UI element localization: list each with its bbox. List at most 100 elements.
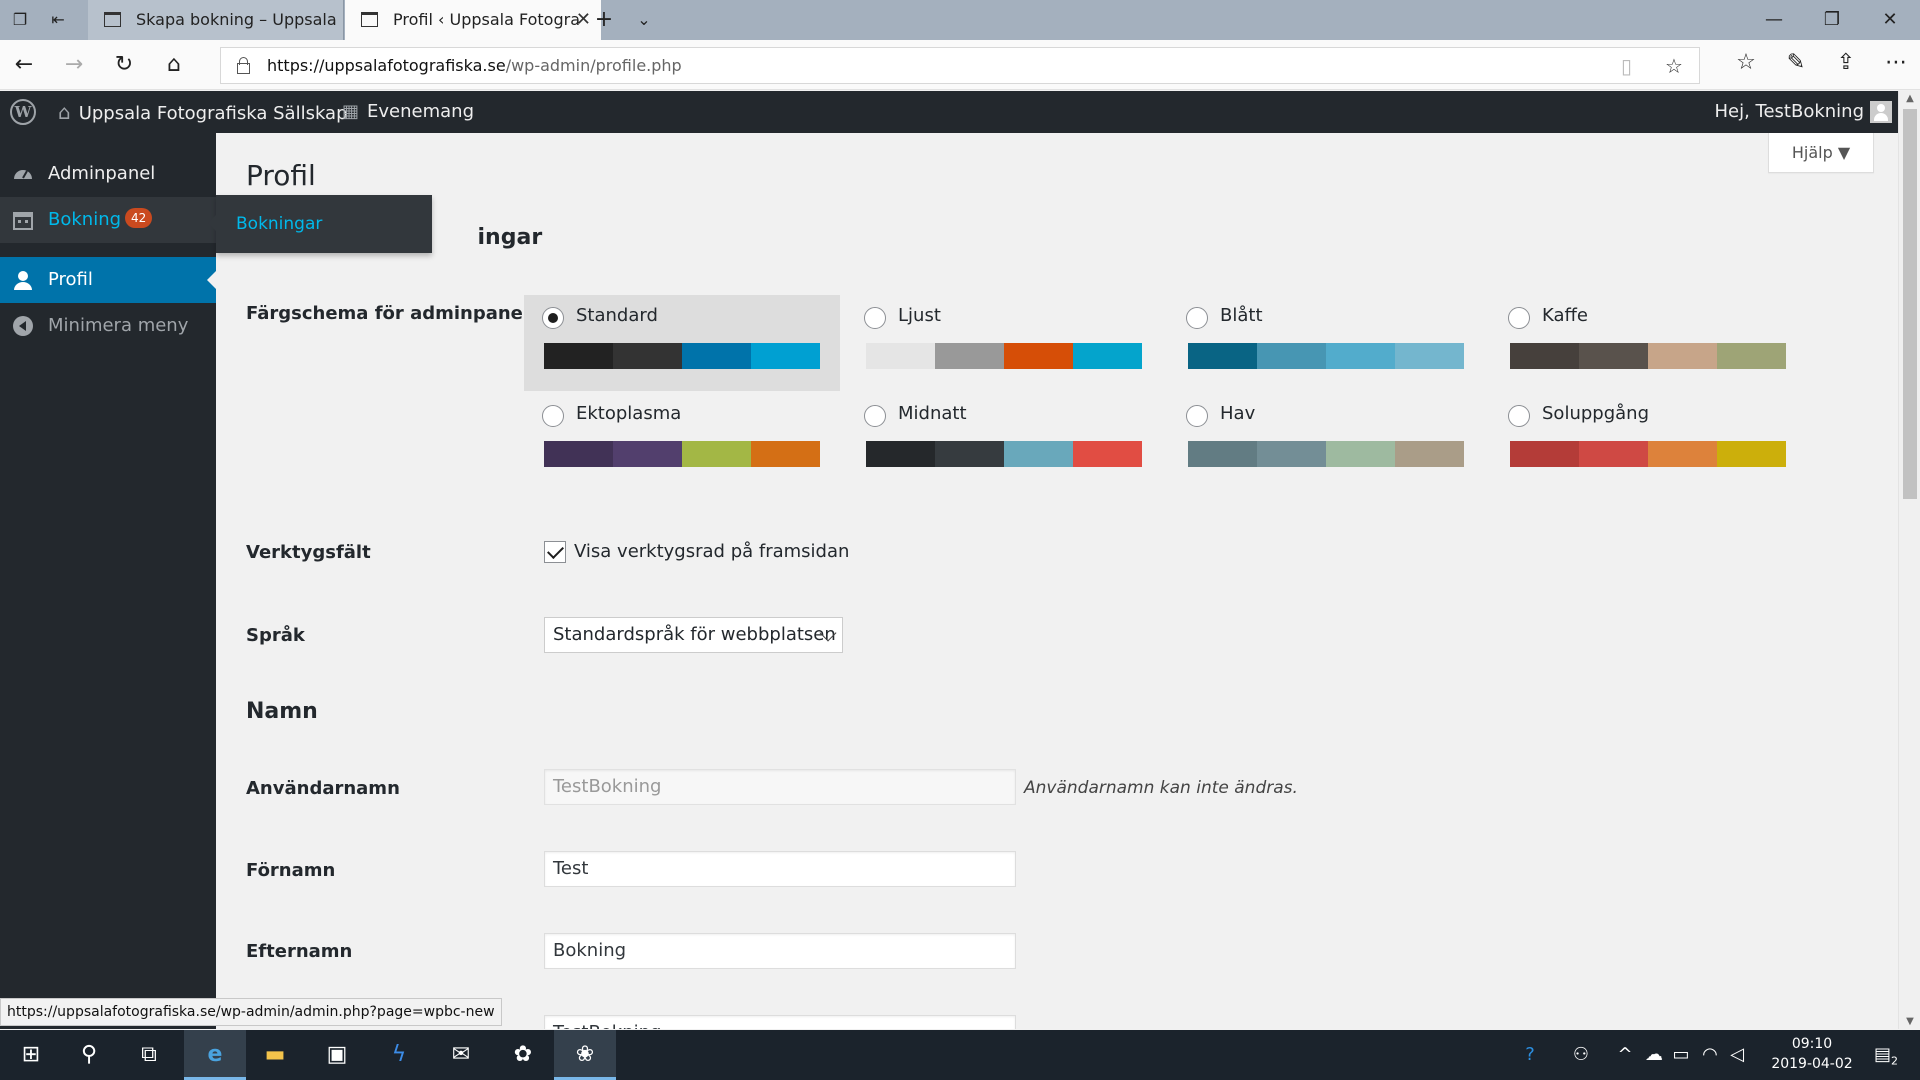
page-scrollbar[interactable]: ▲ ▼ xyxy=(1898,91,1920,1029)
tab-actions-icon[interactable]: ❐ xyxy=(8,8,32,32)
color-scheme-option[interactable]: Standard xyxy=(524,295,840,391)
color-scheme-radio[interactable] xyxy=(1186,307,1208,329)
scroll-up-icon[interactable]: ▲ xyxy=(1899,93,1920,104)
help-button[interactable]: Hjälp ▼ xyxy=(1768,133,1874,173)
color-swatch xyxy=(1073,441,1142,467)
events-link[interactable]: ▦ Evenemang xyxy=(342,91,474,133)
nickname-field[interactable]: TestBokning xyxy=(544,1015,1016,1029)
paint-icon[interactable]: ✿ xyxy=(492,1030,554,1080)
battery-icon[interactable]: ▭ xyxy=(1668,1030,1694,1080)
onedrive-icon[interactable]: ☁ xyxy=(1642,1030,1666,1080)
color-swatch xyxy=(866,343,935,369)
color-swatch xyxy=(1188,343,1257,369)
avatar[interactable] xyxy=(1870,101,1892,123)
color-scheme-radio[interactable] xyxy=(1508,307,1530,329)
start-windows-icon[interactable]: ⊞ xyxy=(0,1030,62,1080)
color-swatch xyxy=(935,441,1004,467)
color-swatch xyxy=(1188,441,1257,467)
booking-count-badge: 42 xyxy=(125,208,153,228)
windows-taskbar: ⊞ ⚲ ⧉ e ▬ ▣ ϟ ✉ ✿ ❀ ? ⚇ ^ ☁ ▭ ◠ ◁ 09:10 … xyxy=(0,1030,1920,1080)
search-icon[interactable]: ⚲ xyxy=(58,1030,120,1080)
color-swatches xyxy=(866,343,1142,369)
close-window-icon[interactable]: ✕ xyxy=(1861,0,1919,40)
lastname-field[interactable]: Bokning xyxy=(544,933,1016,969)
mail-icon[interactable]: ✉ xyxy=(430,1030,492,1080)
color-scheme-radio[interactable] xyxy=(864,307,886,329)
more-options-icon[interactable]: ⋯ xyxy=(1881,50,1911,75)
paint-3d-icon[interactable]: ❀ xyxy=(554,1030,616,1080)
color-swatch xyxy=(751,441,820,467)
color-scheme-name: Kaffe xyxy=(1542,305,1588,326)
wp-admin-bar: W ⌂ Uppsala Fotografiska Sällskap ▦ Evenem… xyxy=(0,91,1898,133)
scrollbar-thumb[interactable] xyxy=(1903,109,1917,499)
my-account-link[interactable]: Hej, TestBokning xyxy=(1714,91,1864,133)
color-scheme-option[interactable]: Ljust xyxy=(846,295,1162,391)
color-swatch xyxy=(1510,343,1579,369)
tab-profil[interactable]: Profil ‹ Uppsala Fotogra ✕ xyxy=(345,0,601,40)
color-swatch xyxy=(1648,441,1717,467)
set-aside-tabs-icon[interactable]: ⇤ xyxy=(46,8,70,32)
web-note-icon[interactable]: ✎ xyxy=(1781,50,1811,75)
menu-item-booking[interactable]: Bokning 42 xyxy=(0,197,216,243)
color-swatch xyxy=(1648,343,1717,369)
username-label: Användarnamn xyxy=(246,778,400,799)
tab-skapa-bokning[interactable]: Skapa bokning – Uppsala Fo xyxy=(88,0,344,40)
people-icon[interactable]: ⚇ xyxy=(1566,1030,1596,1080)
language-select[interactable]: Standardspråk för webbplatsen xyxy=(544,617,843,653)
store-icon[interactable]: ▣ xyxy=(306,1030,368,1080)
tab-preview-chevron-icon[interactable]: ⌄ xyxy=(632,8,656,32)
show-hidden-icons-chevron[interactable]: ^ xyxy=(1614,1030,1636,1080)
color-swatch xyxy=(866,441,935,467)
collapse-arrow-icon xyxy=(13,316,33,336)
color-swatches xyxy=(1510,441,1786,467)
color-scheme-radio[interactable] xyxy=(542,405,564,427)
color-scheme-option[interactable]: Ektoplasma xyxy=(524,393,840,489)
favorite-star-icon[interactable]: ☆ xyxy=(1665,54,1683,78)
menu-item-dashboard[interactable]: Adminpanel xyxy=(0,151,216,197)
color-scheme-option[interactable]: Kaffe xyxy=(1490,295,1806,391)
home-icon[interactable]: ⌂ xyxy=(158,49,190,81)
color-scheme-option[interactable]: Blått xyxy=(1168,295,1484,391)
address-bar[interactable]: https://uppsalafotografiska.se/wp-admin/… xyxy=(220,47,1700,84)
new-tab-icon[interactable]: + xyxy=(592,8,616,32)
visual-studio-icon[interactable]: ϟ xyxy=(368,1030,430,1080)
forward-icon[interactable]: → xyxy=(58,49,90,81)
color-scheme-option[interactable]: Soluppgång xyxy=(1490,393,1806,489)
site-name-link[interactable]: ⌂ Uppsala Fotografiska Sällskap xyxy=(58,91,348,133)
scroll-down-icon[interactable]: ▼ xyxy=(1899,1016,1920,1027)
action-center-icon[interactable]: ▤2 xyxy=(1866,1030,1906,1080)
menu-item-profile[interactable]: Profil xyxy=(0,257,216,303)
reading-view-icon[interactable]: ▯ xyxy=(1621,54,1632,78)
color-scheme-radio[interactable] xyxy=(1186,405,1208,427)
minimize-window-icon[interactable]: — xyxy=(1745,0,1803,40)
color-swatches xyxy=(544,441,820,467)
wifi-icon[interactable]: ◠ xyxy=(1698,1030,1722,1080)
submenu-item-bookings[interactable]: Bokningar xyxy=(236,195,322,253)
color-swatch xyxy=(1257,441,1326,467)
file-explorer-icon[interactable]: ▬ xyxy=(244,1030,306,1080)
user-icon xyxy=(14,271,32,290)
color-scheme-radio[interactable] xyxy=(864,405,886,427)
edge-browser-icon[interactable]: e xyxy=(184,1030,246,1080)
firstname-field[interactable]: Test xyxy=(544,851,1016,887)
volume-icon[interactable]: ◁ xyxy=(1724,1030,1750,1080)
show-toolbar-checkbox[interactable] xyxy=(544,541,566,563)
close-tab-icon[interactable]: ✕ xyxy=(576,0,591,40)
color-scheme-option[interactable]: Hav xyxy=(1168,393,1484,489)
toolbar-label: Verktygsfält xyxy=(246,542,371,563)
share-icon[interactable]: ⇪ xyxy=(1831,50,1861,75)
menu-item-collapse[interactable]: Minimera meny xyxy=(0,303,216,349)
show-toolbar-label: Visa verktygsrad på framsidan xyxy=(574,541,850,562)
color-scheme-option[interactable]: Midnatt xyxy=(846,393,1162,489)
clock[interactable]: 09:10 2019-04-02 xyxy=(1762,1034,1862,1074)
color-scheme-radio[interactable] xyxy=(1508,405,1530,427)
restore-window-icon[interactable]: ❐ xyxy=(1803,0,1861,40)
help-tray-icon[interactable]: ? xyxy=(1512,1030,1548,1080)
back-icon[interactable]: ← xyxy=(8,49,40,81)
wordpress-logo-icon[interactable]: W xyxy=(10,99,36,125)
color-swatch xyxy=(1717,441,1786,467)
favorites-hub-icon[interactable]: ☆ xyxy=(1731,50,1761,75)
task-view-icon[interactable]: ⧉ xyxy=(118,1030,180,1080)
color-scheme-radio[interactable] xyxy=(542,307,564,329)
refresh-icon[interactable]: ↻ xyxy=(108,49,140,81)
